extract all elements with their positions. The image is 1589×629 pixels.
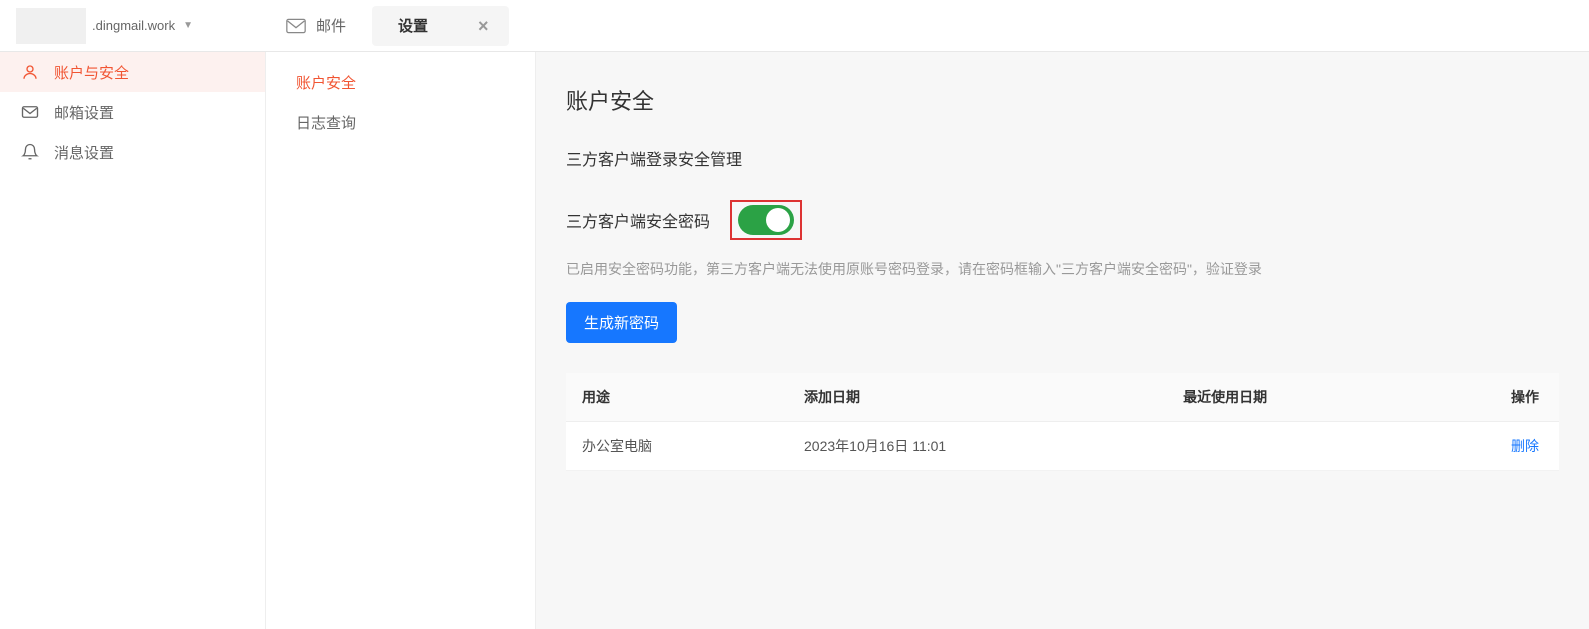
account-selector[interactable]: .dingmail.work ▼ [8,8,260,44]
toggle-row: 三方客户端安全密码 [566,200,1559,240]
page-title: 账户安全 [566,84,1559,116]
table-row: 办公室电脑 2023年10月16日 11:01 删除 [566,422,1559,471]
sidebar-item-notification-settings[interactable]: 消息设置 [0,132,265,172]
col-usage: 用途 [566,373,788,422]
delete-link[interactable]: 删除 [1511,438,1539,454]
sidebar-item-account-security[interactable]: 账户与安全 [0,52,265,92]
logo-placeholder [16,8,86,44]
cell-added: 2023年10月16日 11:01 [788,422,1167,471]
tab-settings[interactable]: 设置 × [372,6,509,46]
close-icon[interactable]: × [478,17,489,35]
mail-icon [286,18,306,34]
subnav-log-query[interactable]: 日志查询 [266,102,535,142]
section-title: 三方客户端登录安全管理 [566,146,1559,170]
subnav-item-label: 账户安全 [296,72,356,93]
hint-text: 已启用安全密码功能，第三方客户端无法使用原账号密码登录，请在密码框输入"三方客户… [566,258,1559,280]
tab-settings-label: 设置 [398,15,428,36]
user-icon [20,62,40,82]
cell-action: 删除 [1420,422,1559,471]
chevron-down-icon: ▼ [183,20,193,31]
sidebar-item-label: 账户与安全 [54,62,129,83]
subnav-item-label: 日志查询 [296,112,356,133]
toggle-knob [766,208,790,232]
mailbox-icon [20,102,40,122]
third-party-password-toggle[interactable] [738,205,794,235]
sidebar-item-mailbox-settings[interactable]: 邮箱设置 [0,92,265,132]
sidebar-mid: 账户安全 日志查询 [266,52,536,629]
sidebar-item-label: 消息设置 [54,142,114,163]
col-action: 操作 [1420,373,1559,422]
tab-mail[interactable]: 邮件 [260,0,372,52]
subnav-account-security[interactable]: 账户安全 [266,62,535,102]
password-table: 用途 添加日期 最近使用日期 操作 办公室电脑 2023年10月16日 11:0… [566,373,1559,471]
top-bar: .dingmail.work ▼ 邮件 设置 × [0,0,1589,52]
generate-password-button[interactable]: 生成新密码 [566,302,677,343]
domain-text: .dingmail.work [92,18,175,33]
col-added: 添加日期 [788,373,1167,422]
bell-icon [20,142,40,162]
cell-usage: 办公室电脑 [566,422,788,471]
content-area: 账户安全 三方客户端登录安全管理 三方客户端安全密码 已启用安全密码功能，第三方… [536,52,1589,629]
table-header-row: 用途 添加日期 最近使用日期 操作 [566,373,1559,422]
toggle-highlight-box [730,200,802,240]
col-last-used: 最近使用日期 [1167,373,1420,422]
toggle-label: 三方客户端安全密码 [566,208,710,232]
sidebar-item-label: 邮箱设置 [54,102,114,123]
tabs-area: 邮件 设置 × [260,0,509,52]
sidebar-left: 账户与安全 邮箱设置 消息设置 [0,52,266,629]
cell-last-used [1167,422,1420,471]
tab-mail-label: 邮件 [316,15,346,36]
